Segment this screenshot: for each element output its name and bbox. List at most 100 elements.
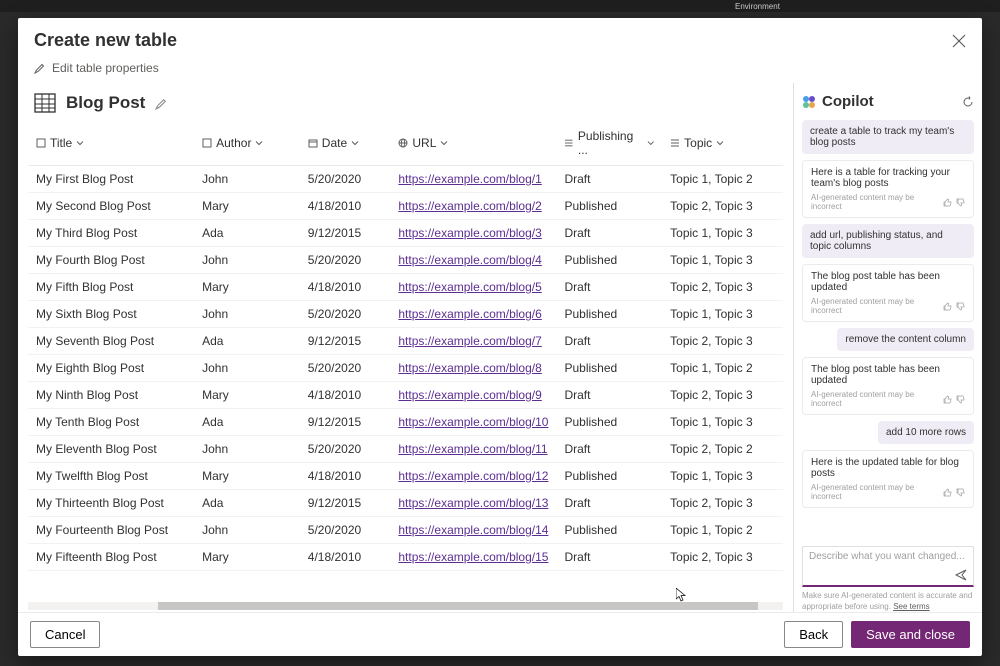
cell-topic[interactable]: Topic 1, Topic 3 xyxy=(662,220,783,247)
cell-url[interactable]: https://example.com/blog/2 xyxy=(390,193,556,220)
cell-url[interactable]: https://example.com/blog/15 xyxy=(390,544,556,571)
rename-table-icon[interactable] xyxy=(155,97,168,110)
cell-date[interactable]: 4/18/2010 xyxy=(300,382,391,409)
cell-topic[interactable]: Topic 1, Topic 3 xyxy=(662,301,783,328)
cell-publishing[interactable]: Draft xyxy=(556,490,662,517)
table-row[interactable]: My Ninth Blog PostMary4/18/2010https://e… xyxy=(28,382,783,409)
cell-topic[interactable]: Topic 2, Topic 3 xyxy=(662,382,783,409)
horizontal-scrollbar[interactable] xyxy=(28,602,783,610)
cell-date[interactable]: 9/12/2015 xyxy=(300,220,391,247)
table-row[interactable]: My First Blog PostJohn5/20/2020https://e… xyxy=(28,166,783,193)
cell-topic[interactable]: Topic 2, Topic 3 xyxy=(662,328,783,355)
cell-author[interactable]: Mary xyxy=(194,463,300,490)
cell-publishing[interactable]: Published xyxy=(556,517,662,544)
cell-publishing[interactable]: Published xyxy=(556,355,662,382)
cell-title[interactable]: My Eleventh Blog Post xyxy=(28,436,194,463)
cell-publishing[interactable]: Published xyxy=(556,247,662,274)
cell-publishing[interactable]: Published xyxy=(556,409,662,436)
cell-title[interactable]: My Fourth Blog Post xyxy=(28,247,194,274)
cell-date[interactable]: 5/20/2020 xyxy=(300,517,391,544)
cell-topic[interactable]: Topic 2, Topic 2 xyxy=(662,436,783,463)
cell-topic[interactable]: Topic 1, Topic 3 xyxy=(662,409,783,436)
thumbs-down-icon[interactable] xyxy=(956,488,965,497)
cell-title[interactable]: My Ninth Blog Post xyxy=(28,382,194,409)
cell-publishing[interactable]: Published xyxy=(556,463,662,490)
cell-url[interactable]: https://example.com/blog/7 xyxy=(390,328,556,355)
cell-author[interactable]: Ada xyxy=(194,328,300,355)
cell-topic[interactable]: Topic 1, Topic 2 xyxy=(662,355,783,382)
cell-publishing[interactable]: Draft xyxy=(556,382,662,409)
cell-url[interactable]: https://example.com/blog/12 xyxy=(390,463,556,490)
table-row[interactable]: My Fourth Blog PostJohn5/20/2020https://… xyxy=(28,247,783,274)
cell-url[interactable]: https://example.com/blog/6 xyxy=(390,301,556,328)
cell-topic[interactable]: Topic 2, Topic 3 xyxy=(662,544,783,571)
send-icon[interactable] xyxy=(955,569,967,581)
see-terms-link[interactable]: See terms xyxy=(893,602,929,611)
cell-date[interactable]: 9/12/2015 xyxy=(300,328,391,355)
cell-title[interactable]: My Tenth Blog Post xyxy=(28,409,194,436)
thumbs-up-icon[interactable] xyxy=(943,395,952,404)
table-row[interactable]: My Thirteenth Blog PostAda9/12/2015https… xyxy=(28,490,783,517)
table-row[interactable]: My Tenth Blog PostAda9/12/2015https://ex… xyxy=(28,409,783,436)
cell-publishing[interactable]: Draft xyxy=(556,544,662,571)
cell-publishing[interactable]: Draft xyxy=(556,220,662,247)
thumbs-up-icon[interactable] xyxy=(943,488,952,497)
thumbs-down-icon[interactable] xyxy=(956,198,965,207)
table-row[interactable]: My Eleventh Blog PostJohn5/20/2020https:… xyxy=(28,436,783,463)
table-row[interactable]: My Eighth Blog PostJohn5/20/2020https://… xyxy=(28,355,783,382)
cell-author[interactable]: John xyxy=(194,247,300,274)
cell-title[interactable]: My Eighth Blog Post xyxy=(28,355,194,382)
column-date[interactable]: Date xyxy=(308,136,383,150)
column-publishing[interactable]: Publishing ... xyxy=(564,129,654,157)
column-topic[interactable]: Topic xyxy=(670,136,775,150)
thumbs-up-icon[interactable] xyxy=(943,198,952,207)
cell-title[interactable]: My Sixth Blog Post xyxy=(28,301,194,328)
cell-date[interactable]: 9/12/2015 xyxy=(300,409,391,436)
column-title[interactable]: Title xyxy=(36,136,186,150)
table-row[interactable]: My Fifteenth Blog PostMary4/18/2010https… xyxy=(28,544,783,571)
cell-url[interactable]: https://example.com/blog/9 xyxy=(390,382,556,409)
cell-topic[interactable]: Topic 1, Topic 2 xyxy=(662,166,783,193)
table-row[interactable]: My Third Blog PostAda9/12/2015https://ex… xyxy=(28,220,783,247)
copilot-chat[interactable]: create a table to track my team's blog p… xyxy=(802,120,974,540)
cell-url[interactable]: https://example.com/blog/14 xyxy=(390,517,556,544)
cell-topic[interactable]: Topic 1, Topic 3 xyxy=(662,463,783,490)
thumbs-up-icon[interactable] xyxy=(943,302,952,311)
scrollbar-thumb[interactable] xyxy=(158,602,758,610)
cell-author[interactable]: Ada xyxy=(194,409,300,436)
cell-title[interactable]: My Fifth Blog Post xyxy=(28,274,194,301)
cell-author[interactable]: Mary xyxy=(194,382,300,409)
cell-publishing[interactable]: Draft xyxy=(556,166,662,193)
cell-date[interactable]: 5/20/2020 xyxy=(300,301,391,328)
cell-date[interactable]: 4/18/2010 xyxy=(300,274,391,301)
cell-date[interactable]: 4/18/2010 xyxy=(300,544,391,571)
thumbs-down-icon[interactable] xyxy=(956,395,965,404)
cell-title[interactable]: My Twelfth Blog Post xyxy=(28,463,194,490)
cell-date[interactable]: 9/12/2015 xyxy=(300,490,391,517)
cell-url[interactable]: https://example.com/blog/11 xyxy=(390,436,556,463)
save-and-close-button[interactable]: Save and close xyxy=(851,621,970,648)
thumbs-down-icon[interactable] xyxy=(956,302,965,311)
table-row[interactable]: My Twelfth Blog PostMary4/18/2010https:/… xyxy=(28,463,783,490)
edit-table-properties[interactable]: Edit table properties xyxy=(18,59,982,83)
cell-url[interactable]: https://example.com/blog/10 xyxy=(390,409,556,436)
close-icon[interactable] xyxy=(952,34,966,48)
cell-publishing[interactable]: Draft xyxy=(556,328,662,355)
cell-date[interactable]: 5/20/2020 xyxy=(300,436,391,463)
table-row[interactable]: My Fifth Blog PostMary4/18/2010https://e… xyxy=(28,274,783,301)
column-author[interactable]: Author xyxy=(202,136,292,150)
column-url[interactable]: URL xyxy=(398,136,548,150)
table-row[interactable]: My Second Blog PostMary4/18/2010https://… xyxy=(28,193,783,220)
cell-title[interactable]: My First Blog Post xyxy=(28,166,194,193)
cancel-button[interactable]: Cancel xyxy=(30,621,100,648)
cell-url[interactable]: https://example.com/blog/4 xyxy=(390,247,556,274)
cell-publishing[interactable]: Published xyxy=(556,193,662,220)
cell-date[interactable]: 4/18/2010 xyxy=(300,193,391,220)
cell-publishing[interactable]: Published xyxy=(556,301,662,328)
cell-topic[interactable]: Topic 1, Topic 3 xyxy=(662,247,783,274)
cell-author[interactable]: John xyxy=(194,301,300,328)
cell-url[interactable]: https://example.com/blog/3 xyxy=(390,220,556,247)
cell-publishing[interactable]: Draft xyxy=(556,436,662,463)
refresh-icon[interactable] xyxy=(962,96,974,108)
cell-title[interactable]: My Seventh Blog Post xyxy=(28,328,194,355)
